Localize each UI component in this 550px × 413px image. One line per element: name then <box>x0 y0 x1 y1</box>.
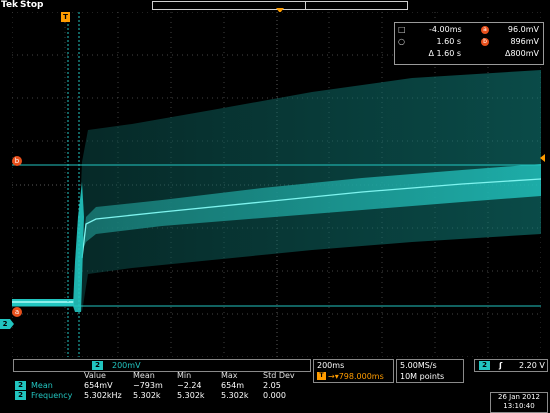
brand-label: Tek <box>1 0 19 10</box>
trigger-icon: T <box>317 372 326 380</box>
square-icon: □ <box>398 25 406 34</box>
meas-max: 654m <box>221 381 245 390</box>
ch2-badge: 2 <box>92 361 103 370</box>
meas-min: −2.24 <box>177 381 202 390</box>
ch2-badge: 2 <box>15 381 26 390</box>
meas-mean: −793m <box>133 381 163 390</box>
record-length: 10M points <box>400 372 445 381</box>
meas-header-min: Min <box>177 371 192 380</box>
cursor-t1-value: -4.00ms <box>429 25 462 34</box>
date-time: 26 Jan 2012 13:10:40 <box>490 392 548 413</box>
cursor-readout-row-2: ○ 1.60 s b 896mV <box>395 36 543 48</box>
table-row[interactable]: 2 Frequency 5.302kHz 5.302k 5.302k 5.302… <box>13 391 309 401</box>
run-state-label: Stop <box>20 0 44 10</box>
meas-header-value: Value <box>84 371 106 380</box>
meas-name: Mean <box>31 381 53 390</box>
circle-icon: ○ <box>398 37 405 46</box>
meas-header-max: Max <box>221 371 238 380</box>
run-status: Tek Stop <box>1 0 43 10</box>
cursor-readout-row-1: □ -4.00ms a 96.0mV <box>395 24 543 36</box>
ch2-ground-marker[interactable]: 2 <box>0 319 14 329</box>
meas-min: 5.302k <box>177 391 205 400</box>
cursor-t2-value: 1.60 s <box>436 37 461 46</box>
timebase-scale: 200ms <box>317 361 345 370</box>
rising-edge-icon: ʃ <box>499 361 503 370</box>
trigger-readout[interactable]: 2 ʃ 2.20 V <box>474 359 548 372</box>
cursor-b-value: 896mV <box>510 37 539 46</box>
cursor-b-badge-icon: b <box>481 38 489 46</box>
cursor-delta-t: Δ 1.60 s <box>428 49 461 58</box>
meas-stddev: 0.000 <box>263 391 286 400</box>
timebase-readout[interactable]: 200ms T →▾798.000ms <box>313 359 394 383</box>
date: 26 Jan 2012 <box>498 393 540 401</box>
meas-value: 654mV <box>84 381 113 390</box>
cursor-a-value: 96.0mV <box>507 25 539 34</box>
trigger-time-marker[interactable]: T <box>61 12 70 22</box>
meas-name: Frequency <box>31 391 73 400</box>
meas-mean: 5.302k <box>133 391 161 400</box>
cursor-readout-row-3: Δ 1.60 s Δ800mV <box>395 48 543 60</box>
sample-rate: 5.00MS/s <box>400 361 437 370</box>
acquisition-readout[interactable]: 5.00MS/s 10M points <box>396 359 464 383</box>
trigger-level-icon[interactable] <box>540 154 545 162</box>
ch2-badge: 2 <box>479 361 490 370</box>
meas-stddev: 2.05 <box>263 381 281 390</box>
cursor-b-icon[interactable]: b <box>12 156 22 166</box>
ch2-badge: 2 <box>15 391 26 400</box>
status-bar: Tek Stop <box>0 0 550 13</box>
meas-value: 5.302kHz <box>84 391 122 400</box>
table-row[interactable]: 2 Mean 654mV −793m −2.24 654m 2.05 <box>13 381 309 391</box>
measurement-table: Value Mean Min Max Std Dev 2 Mean 654mV … <box>13 371 309 401</box>
timebase-position: →▾798.000ms <box>328 372 384 381</box>
meas-header-stddev: Std Dev <box>263 371 295 380</box>
cursor-a-icon[interactable]: a <box>12 307 22 317</box>
meas-max: 5.302k <box>221 391 249 400</box>
ch2-vdiv: 200mV <box>112 361 141 370</box>
cursor-readout: □ -4.00ms a 96.0mV ○ 1.60 s b 896mV Δ 1.… <box>394 22 544 65</box>
cursor-a-badge-icon: a <box>481 26 489 34</box>
time: 13:10:40 <box>503 402 535 410</box>
meas-header-mean: Mean <box>133 371 155 380</box>
trigger-level: 2.20 V <box>519 361 545 370</box>
cursor-delta-v: Δ800mV <box>504 49 539 58</box>
